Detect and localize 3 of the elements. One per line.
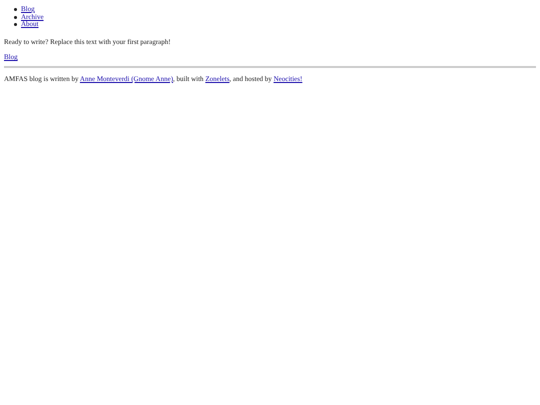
bullet-icon <box>14 8 17 12</box>
bullet-icon <box>14 16 17 19</box>
bullet-icon <box>14 23 17 26</box>
